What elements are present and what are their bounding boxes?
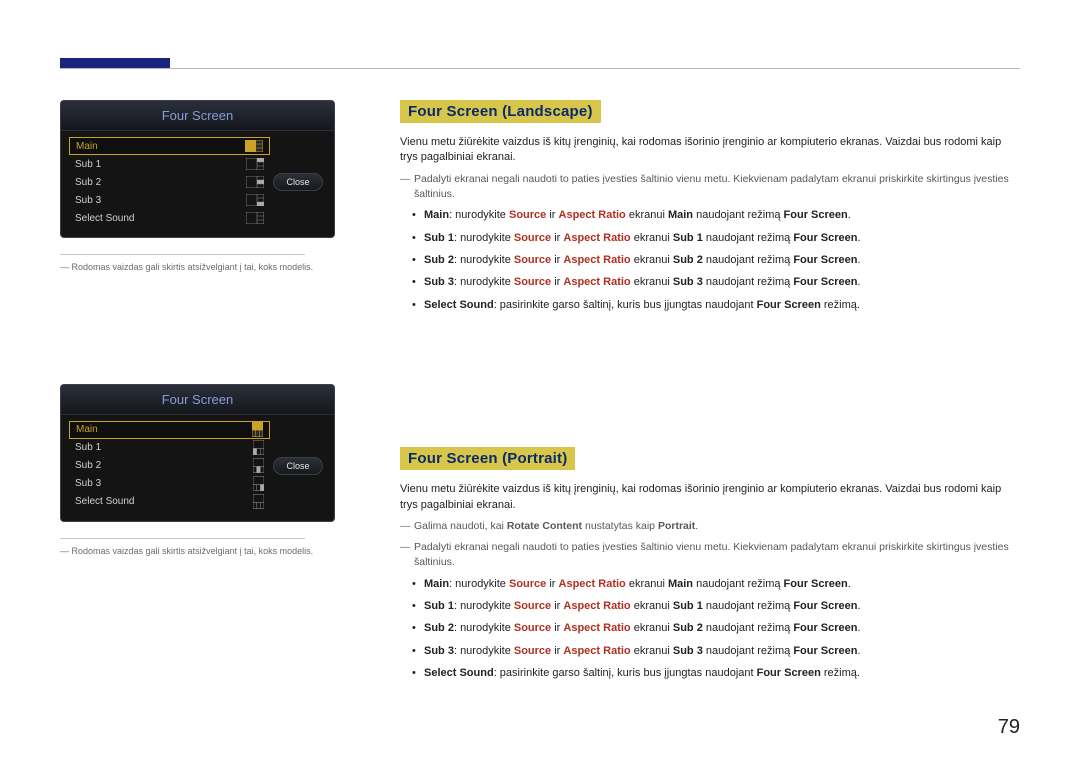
- layout-icon-sub1-landscape: [246, 158, 264, 170]
- osd-close-wrap: Close: [270, 137, 326, 227]
- osd-item-label: Select Sound: [75, 213, 135, 224]
- layout-icon-sound-portrait: [253, 494, 264, 509]
- osd-panel-portrait: Four Screen Main Sub 1 Sub 2: [60, 384, 335, 522]
- list-item: Sub 3: nurodykite Source ir Aspect Ratio…: [424, 275, 1010, 290]
- close-button[interactable]: Close: [273, 173, 322, 191]
- osd-item-sub2[interactable]: Sub 2: [69, 173, 270, 191]
- osd-list: Main Sub 1 Sub 2 Sub 3: [69, 137, 270, 227]
- osd-item-label: Select Sound: [75, 496, 135, 507]
- bullet-list-portrait: Main: nurodykite Source ir Aspect Ratio …: [400, 577, 1020, 682]
- osd-item-main[interactable]: Main: [69, 421, 270, 439]
- layout-icon-sub3-landscape: [246, 194, 264, 206]
- osd-list: Main Sub 1 Sub 2 Sub 3: [69, 421, 270, 511]
- section-portrait: Four Screen (Portrait) Vienu metu žiūrėk…: [400, 447, 1020, 681]
- page: Four Screen Main Sub 1 Sub 2: [0, 0, 1080, 763]
- osd-item-main[interactable]: Main: [69, 137, 270, 155]
- osd-item-label: Sub 3: [75, 478, 101, 489]
- osd-body: Main Sub 1 Sub 2 Sub 3: [61, 415, 334, 521]
- header-accent-block: [60, 58, 170, 68]
- osd-item-label: Main: [76, 141, 98, 152]
- list-item: Sub 1: nurodykite Source ir Aspect Ratio…: [424, 599, 1010, 614]
- model-disclaimer-note: Rodomas vaizdas gali skirtis atsižvelgia…: [60, 545, 360, 558]
- osd-item-sub2[interactable]: Sub 2: [69, 457, 270, 475]
- note-divider: [60, 538, 305, 539]
- page-number: 79: [998, 716, 1020, 739]
- osd-item-sub3[interactable]: Sub 3: [69, 191, 270, 209]
- split-note: Padalyti ekranai negali naudoti to patie…: [400, 172, 1020, 202]
- content-columns: Four Screen Main Sub 1 Sub 2: [60, 100, 1020, 730]
- model-disclaimer-note: Rodomas vaizdas gali skirtis atsižvelgia…: [60, 261, 360, 274]
- list-item: Main: nurodykite Source ir Aspect Ratio …: [424, 577, 1010, 592]
- layout-icon-sub1-portrait: [253, 440, 264, 455]
- list-item: Sub 2: nurodykite Source ir Aspect Ratio…: [424, 621, 1010, 636]
- list-item: Select Sound: pasirinkite garso šaltinį,…: [424, 298, 1010, 313]
- section-landscape: Four Screen (Landscape) Vienu metu žiūrė…: [400, 100, 1020, 313]
- osd-item-select-sound[interactable]: Select Sound: [69, 493, 270, 511]
- close-button[interactable]: Close: [273, 457, 322, 475]
- osd-item-label: Sub 3: [75, 195, 101, 206]
- osd-title: Four Screen: [61, 385, 334, 415]
- osd-panel-landscape: Four Screen Main Sub 1 Sub 2: [60, 100, 335, 238]
- layout-icon-main-landscape: [245, 140, 263, 152]
- osd-item-sub3[interactable]: Sub 3: [69, 475, 270, 493]
- bullet-list-landscape: Main: nurodykite Source ir Aspect Ratio …: [400, 208, 1020, 313]
- osd-item-sub1[interactable]: Sub 1: [69, 155, 270, 173]
- list-item: Main: nurodykite Source ir Aspect Ratio …: [424, 208, 1010, 223]
- osd-item-label: Sub 2: [75, 177, 101, 188]
- heading-landscape: Four Screen (Landscape): [400, 100, 601, 123]
- layout-icon-sub2-landscape: [246, 176, 264, 188]
- right-column: Four Screen (Landscape) Vienu metu žiūrė…: [400, 100, 1020, 730]
- list-item: Sub 3: nurodykite Source ir Aspect Ratio…: [424, 644, 1010, 659]
- osd-item-label: Sub 1: [75, 442, 101, 453]
- osd-item-label: Main: [76, 424, 98, 435]
- horizontal-rule: [60, 68, 1020, 69]
- split-note: Padalyti ekranai negali naudoti to patie…: [400, 540, 1020, 570]
- osd-item-label: Sub 1: [75, 159, 101, 170]
- note-divider: [60, 254, 305, 255]
- osd-title: Four Screen: [61, 101, 334, 131]
- heading-portrait: Four Screen (Portrait): [400, 447, 575, 470]
- list-item: Sub 1: nurodykite Source ir Aspect Ratio…: [424, 231, 1010, 246]
- layout-icon-main-portrait: [252, 422, 263, 437]
- layout-icon-sound-landscape: [246, 212, 264, 224]
- rotate-note: Galima naudoti, kai Rotate Content nusta…: [400, 519, 1020, 534]
- layout-icon-sub2-portrait: [253, 458, 264, 473]
- intro-text: Vienu metu žiūrėkite vaizdus iš kitų įre…: [400, 135, 1020, 166]
- list-item: Sub 2: nurodykite Source ir Aspect Ratio…: [424, 253, 1010, 268]
- osd-item-sub1[interactable]: Sub 1: [69, 439, 270, 457]
- osd-close-wrap: Close: [270, 421, 326, 511]
- intro-text: Vienu metu žiūrėkite vaizdus iš kitų įre…: [400, 482, 1020, 513]
- layout-icon-sub3-portrait: [253, 476, 264, 491]
- osd-item-label: Sub 2: [75, 460, 101, 471]
- osd-item-select-sound[interactable]: Select Sound: [69, 209, 270, 227]
- list-item: Select Sound: pasirinkite garso šaltinį,…: [424, 666, 1010, 681]
- osd-body: Main Sub 1 Sub 2 Sub 3: [61, 131, 334, 237]
- left-column: Four Screen Main Sub 1 Sub 2: [60, 100, 400, 730]
